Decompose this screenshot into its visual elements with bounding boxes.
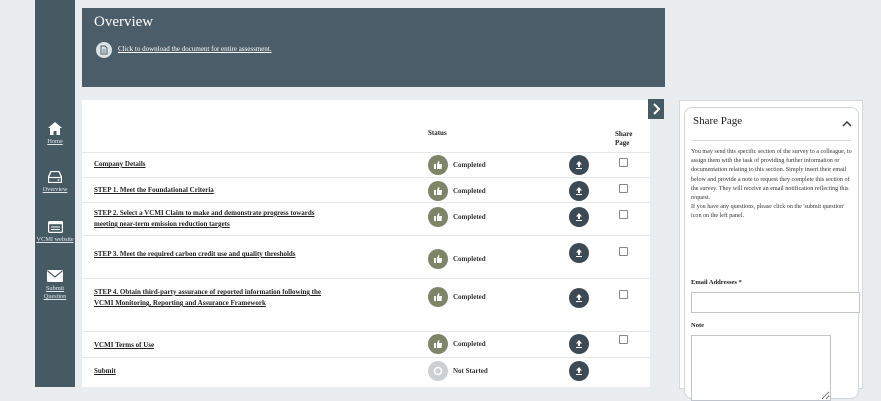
share-checkbox[interactable] <box>619 247 628 256</box>
drive-icon <box>48 171 62 183</box>
task-link[interactable]: STEP 4. Obtain third-party assurance of … <box>94 287 334 309</box>
completed-icon <box>428 287 448 307</box>
table-row: Company Details Completed <box>82 152 650 178</box>
download-button[interactable] <box>569 181 589 201</box>
upload-icon <box>576 367 582 375</box>
table-row: STEP 2. Select a VCMI Claim to make and … <box>82 202 650 236</box>
download-button[interactable] <box>569 288 589 308</box>
assessment-table: Status Share Page Company Details Comple… <box>82 100 650 387</box>
task-link[interactable]: STEP 2. Select a VCMI Claim to make and … <box>94 208 326 230</box>
website-icon <box>47 221 63 233</box>
envelope-icon <box>47 270 63 282</box>
share-checkbox[interactable] <box>619 158 628 167</box>
upload-icon <box>576 249 582 257</box>
share-page-card: Share Page You may send this specific se… <box>684 107 860 401</box>
share-page-panel: Share Page You may send this specific se… <box>679 100 863 401</box>
sidebar-item-label: VCMI website <box>36 236 74 243</box>
task-link[interactable]: Submit <box>94 366 394 377</box>
sidebar-item-vcmi-website[interactable]: VCMI website <box>35 221 75 244</box>
share-checkbox[interactable] <box>619 210 628 219</box>
note-label: Note <box>691 322 704 329</box>
document-icon[interactable] <box>96 42 112 58</box>
status-text: Completed <box>453 161 486 169</box>
task-link[interactable]: Company Details <box>94 159 394 170</box>
table-row: STEP 3. Meet the required carbon credit … <box>82 235 650 271</box>
download-button[interactable] <box>569 207 589 227</box>
download-assessment-link[interactable]: Click to download the document for entir… <box>118 45 272 53</box>
divider <box>691 140 851 141</box>
status-text: Completed <box>453 293 486 301</box>
sidebar-item-home[interactable]: Home <box>35 122 75 146</box>
upload-icon <box>576 187 582 195</box>
status-text: Completed <box>453 255 486 263</box>
task-link[interactable]: VCMI Terms of Use <box>94 340 394 351</box>
email-field[interactable] <box>691 292 860 313</box>
status-text: Completed <box>453 187 486 195</box>
collapse-panel-button[interactable] <box>648 99 664 119</box>
sidebar-item-label: Home <box>47 138 63 145</box>
status-text: Not Started <box>453 367 488 375</box>
download-button[interactable] <box>569 361 589 381</box>
share-checkbox[interactable] <box>619 184 628 193</box>
completed-icon <box>428 207 448 227</box>
page-title: Overview <box>94 14 154 30</box>
sidebar-item-label: Overview <box>42 186 68 193</box>
upload-icon <box>576 294 582 302</box>
left-sidebar: Home Overview VCMI website Submit Questi… <box>35 0 75 387</box>
task-link[interactable]: STEP 1. Meet the Foundational Criteria <box>94 185 394 196</box>
share-column-header: Share Page <box>615 130 633 147</box>
not-started-icon <box>428 361 448 381</box>
sidebar-item-label: Submit Question <box>43 285 67 300</box>
share-checkbox[interactable] <box>619 290 628 299</box>
table-row: STEP 4. Obtain third-party assurance of … <box>82 278 650 329</box>
upload-icon <box>576 340 582 348</box>
status-text: Completed <box>453 340 486 348</box>
home-icon <box>48 122 62 135</box>
download-button[interactable] <box>569 243 589 263</box>
task-link[interactable]: STEP 3. Meet the required carbon credit … <box>94 249 314 260</box>
download-button[interactable] <box>569 334 589 354</box>
upload-icon <box>576 161 582 169</box>
note-field[interactable] <box>691 335 831 401</box>
download-button[interactable] <box>569 155 589 175</box>
share-page-description: You may send this specific section of th… <box>691 149 852 220</box>
upload-icon <box>576 213 582 221</box>
table-row: VCMI Terms of Use Completed <box>82 331 650 358</box>
share-checkbox[interactable] <box>619 335 628 344</box>
status-column-header: Status <box>428 129 447 137</box>
table-row: STEP 1. Meet the Foundational Criteria C… <box>82 177 650 203</box>
completed-icon <box>428 181 448 201</box>
completed-icon <box>428 334 448 354</box>
email-label: Email Addresses * <box>691 279 742 286</box>
chevron-up-icon[interactable] <box>842 120 852 127</box>
completed-icon <box>428 155 448 175</box>
sidebar-item-overview[interactable]: Overview <box>35 171 75 194</box>
sidebar-item-submit-question[interactable]: Submit Question <box>35 270 75 301</box>
completed-icon <box>428 249 448 269</box>
share-page-title: Share Page <box>693 115 743 127</box>
status-text: Completed <box>453 213 486 221</box>
table-row: Submit Not Started <box>82 357 650 388</box>
overview-header: Overview Click to download the document … <box>82 8 665 87</box>
file-icon <box>100 45 108 55</box>
chevron-right-icon <box>653 103 661 115</box>
